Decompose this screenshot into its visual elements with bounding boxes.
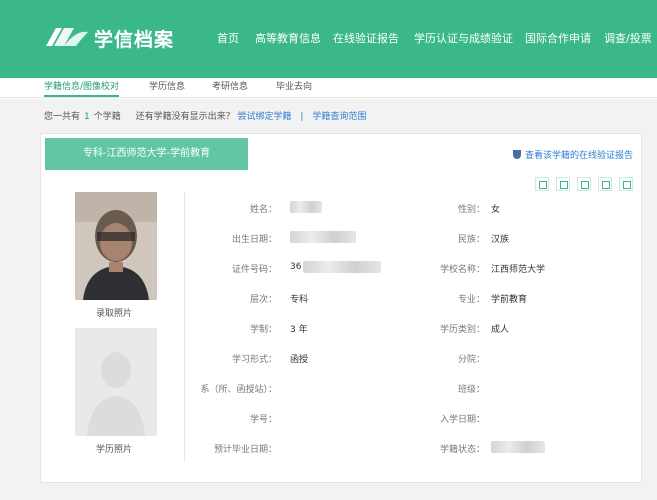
record-tab[interactable]: 专科-江西师范大学-学前教育	[45, 138, 248, 170]
major-value: 学前教育	[491, 295, 528, 305]
name-label: 姓名：	[249, 205, 277, 215]
nav-degree-certification[interactable]: 学历认证与成绩验证	[414, 30, 513, 46]
main-content: 您一共有 1 个学籍 还有学籍没有显示出来？ 尝试绑定学籍 | 学籍查询范围 专科-…	[0, 99, 657, 500]
study-mode-label: 学习形式：	[231, 355, 277, 365]
tab-degree-info[interactable]: 学历信息	[149, 79, 185, 95]
level-label: 层次：	[249, 295, 277, 305]
portrait-placeholder-icon	[75, 328, 157, 436]
gender-value: 女	[491, 205, 501, 215]
logo-icon	[46, 28, 88, 46]
education-photo-label: 学历照片	[96, 445, 133, 455]
status-label: 学籍状态：	[439, 445, 485, 455]
record-count: 1	[84, 112, 90, 122]
duration-value: 3 年	[290, 325, 308, 335]
study-mode-value: 函授	[290, 355, 309, 365]
nav-survey[interactable]: 调查/投票	[604, 30, 652, 46]
department-label: 系（所、函授站）：	[200, 385, 277, 395]
birthdate-label: 出生日期：	[231, 235, 277, 245]
share-icon[interactable]	[598, 177, 612, 191]
admission-photo-label: 录取照片	[96, 309, 133, 319]
duration-label: 学制：	[249, 325, 277, 335]
query-scope-link[interactable]: 学籍查询范围	[312, 112, 366, 122]
education-type-value: 成人	[491, 325, 510, 335]
nav-online-verification[interactable]: 在线验证报告	[333, 30, 399, 46]
top-header: 学信档案 首页 高等教育信息 在线验证报告 学历认证与成绩验证 国际合作申请 调…	[0, 0, 657, 78]
enrollment-date-label: 入学日期：	[439, 415, 485, 425]
divider	[184, 192, 185, 462]
tab-student-status[interactable]: 学籍信息/图像校对	[44, 79, 120, 97]
major-label: 专业：	[457, 295, 485, 305]
settings-icon[interactable]	[619, 177, 633, 191]
nav-home[interactable]: 首页	[217, 30, 239, 46]
admission-photo	[75, 192, 157, 300]
nav-higher-education[interactable]: 高等教育信息	[255, 30, 321, 46]
portrait-image	[75, 192, 157, 300]
id-number-label: 证件号码：	[231, 265, 277, 275]
gender-label: 性别：	[457, 205, 485, 215]
site-name[interactable]: 学信档案	[94, 25, 174, 52]
level-value: 专科	[290, 295, 309, 305]
ethnicity-value: 汉族	[491, 235, 510, 245]
name-value-redacted	[290, 201, 322, 213]
class-label: 班级：	[457, 385, 485, 395]
bind-record-link[interactable]: 尝试绑定学籍	[238, 112, 292, 122]
export-icon[interactable]	[535, 177, 549, 191]
status-value-redacted	[491, 441, 545, 453]
toolbar	[528, 176, 633, 191]
student-record-card: 专科-江西师范大学-学前教育 查看该学籍的在线验证报告 录取照片 学历照片 姓名…	[40, 133, 642, 483]
tab-postgrad-exam[interactable]: 考研信息	[212, 79, 248, 95]
education-photo	[75, 328, 157, 436]
sub-nav: 学籍信息/图像校对 学历信息 考研信息 毕业去向	[0, 78, 657, 98]
tab-graduate-destination[interactable]: 毕业去向	[276, 79, 312, 95]
student-id-label: 学号：	[249, 415, 277, 425]
birthdate-value-redacted	[290, 231, 356, 243]
shield-icon	[512, 150, 521, 159]
id-number-value: 36	[290, 262, 302, 272]
expected-graduation-label: 预计毕业日期：	[213, 445, 277, 455]
school-name-value: 江西师范大学	[491, 265, 546, 275]
print-icon[interactable]	[577, 177, 591, 191]
id-number-redacted	[303, 261, 381, 273]
nav-international[interactable]: 国际合作申请	[525, 30, 591, 46]
record-summary: 您一共有 1 个学籍 还有学籍没有显示出来？ 尝试绑定学籍 | 学籍查询范围	[44, 112, 367, 122]
ethnicity-label: 民族：	[457, 235, 485, 245]
verify-report-link[interactable]: 查看该学籍的在线验证报告	[512, 148, 633, 161]
fullscreen-icon[interactable]	[556, 177, 570, 191]
branch-label: 分院：	[457, 355, 485, 365]
education-type-label: 学历类别：	[439, 325, 485, 335]
school-name-label: 学校名称：	[439, 265, 485, 275]
